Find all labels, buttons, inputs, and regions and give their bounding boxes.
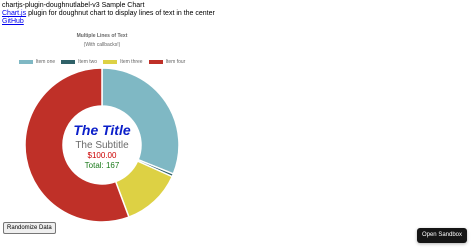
center-amount: $100.00 (88, 151, 117, 160)
center-title: The Title (73, 122, 131, 138)
open-sandbox-button[interactable]: Open Sandbox (416, 228, 467, 243)
center-subtitle: The Subtitle (75, 140, 129, 151)
center-total: Total: 167 (85, 161, 120, 170)
randomize-data-button[interactable]: Randomize Data (3, 222, 56, 234)
doughnut-chart: The Title The Subtitle$100.00Total: 167 (24, 67, 180, 223)
